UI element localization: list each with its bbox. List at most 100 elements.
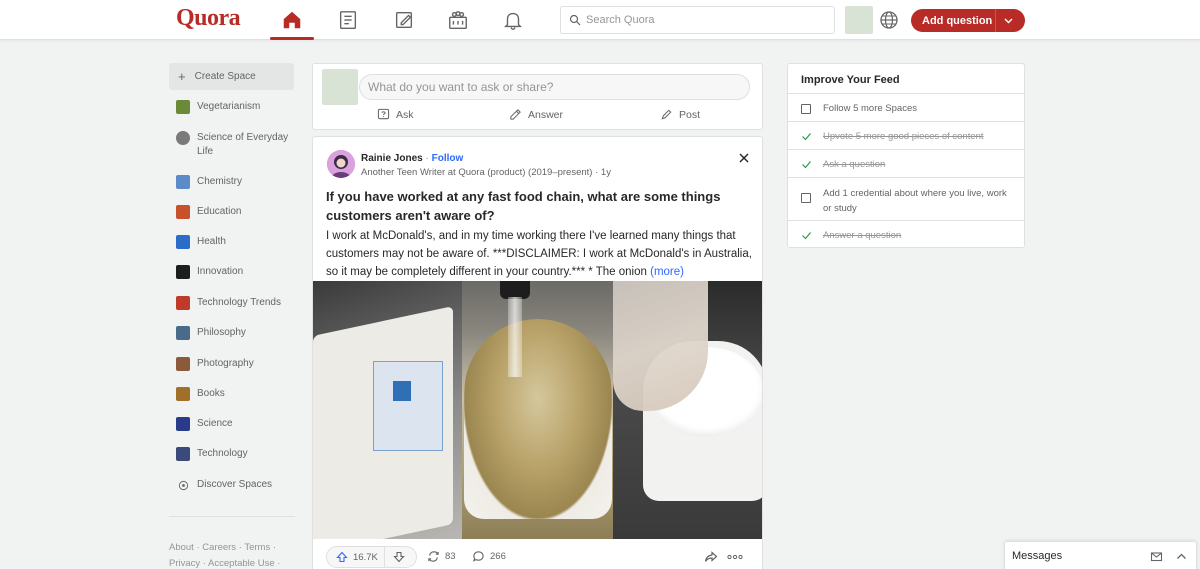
new-message-icon[interactable] <box>1150 550 1163 563</box>
space-icon <box>176 387 190 401</box>
sidebar-item-education[interactable]: Education <box>176 205 291 219</box>
improve-feed-title: Improve Your Feed <box>801 74 900 86</box>
more-link[interactable]: (more) <box>650 266 684 278</box>
create-space-button[interactable]: + Create Space <box>169 63 294 90</box>
sidebar-item-books[interactable]: Books <box>176 387 291 401</box>
feed-task-label: Answer a question <box>823 230 902 241</box>
comment-count: 266 <box>490 551 506 562</box>
post-button[interactable]: Post <box>660 108 700 121</box>
close-icon[interactable] <box>737 151 751 165</box>
sidebar-item-technology[interactable]: Technology <box>176 447 291 461</box>
feed-task-follow-spaces[interactable]: Follow 5 more Spaces <box>788 93 1024 121</box>
divider <box>169 516 295 517</box>
space-icon <box>176 131 190 145</box>
checkbox[interactable] <box>801 104 811 114</box>
compass-icon <box>176 478 190 492</box>
quora-logo[interactable]: Quora <box>176 5 241 32</box>
space-icon <box>176 447 190 461</box>
language-globe-icon[interactable] <box>878 9 900 31</box>
separator-dot: · <box>425 153 429 164</box>
feed-task-label: Add 1 credential about where you live, w… <box>823 188 1007 214</box>
sidebar-item-science-of-everyday-life[interactable]: Science of Everyday Life <box>176 131 291 159</box>
comment-button[interactable]: 266 <box>472 550 506 563</box>
checkbox[interactable] <box>801 193 811 203</box>
sidebar-item-chemistry[interactable]: Chemistry <box>176 175 291 189</box>
space-icon <box>176 235 190 249</box>
answer-button[interactable]: Answer <box>509 108 563 121</box>
sidebar-item-technology-trends[interactable]: Technology Trends <box>176 296 291 310</box>
notifications-icon[interactable] <box>491 0 535 40</box>
downvote-icon[interactable] <box>393 551 405 563</box>
messages-dock[interactable]: Messages <box>1004 541 1197 569</box>
footer-line[interactable]: Privacy · Acceptable Use · <box>169 556 299 569</box>
chevron-down-icon[interactable] <box>1003 15 1014 26</box>
feed-task-add-credential[interactable]: Add 1 credential about where you live, w… <box>788 177 1024 220</box>
footer-links[interactable]: About · Careers · Terms · Privacy · Acce… <box>169 540 299 569</box>
image-panel-tub <box>613 281 762 539</box>
sidebar-item-label: Innovation <box>197 266 244 277</box>
author-line: Rainie Jones · Follow <box>361 153 463 164</box>
author-avatar[interactable] <box>327 150 355 178</box>
sidebar-item-label: Technology <box>197 448 248 459</box>
sidebar-item-photography[interactable]: Photography <box>176 357 291 371</box>
space-icon <box>176 296 190 310</box>
space-icon <box>176 100 190 114</box>
home-icon[interactable] <box>270 0 314 40</box>
search-input[interactable] <box>586 14 826 26</box>
feed-task-label: Ask a question <box>823 159 886 170</box>
sidebar-item-innovation[interactable]: Innovation <box>176 265 291 279</box>
search-bar[interactable] <box>560 6 835 34</box>
sidebar-item-science[interactable]: Science <box>176 417 291 431</box>
checkmark-icon <box>802 161 811 169</box>
space-icon <box>176 205 190 219</box>
sidebar-item-label: Discover Spaces <box>197 479 273 490</box>
space-icon <box>176 175 190 189</box>
feed-post: Rainie Jones · Follow Another Teen Write… <box>312 136 763 569</box>
answer-icon[interactable] <box>382 0 426 40</box>
question-icon <box>377 108 390 120</box>
checkmark-icon <box>802 133 811 141</box>
author-name[interactable]: Rainie Jones <box>361 153 423 164</box>
spaces-icon[interactable] <box>436 0 480 40</box>
ask-input[interactable]: What do you want to ask or share? <box>359 74 750 100</box>
upvote-count: 16.7K <box>353 551 378 563</box>
ask-label: Ask <box>396 108 414 121</box>
post-action-bar: 16.7K 83 266 <box>326 546 746 568</box>
share-arrow-icon[interactable] <box>704 550 718 564</box>
add-question-button[interactable]: Add question <box>911 9 1025 32</box>
following-icon[interactable] <box>326 0 370 40</box>
feed-task-label: Upvote 5 more good pieces of content <box>823 131 984 142</box>
question-title[interactable]: If you have worked at any fast food chai… <box>326 187 746 225</box>
top-nav-bar: Quora Add question <box>0 0 1200 40</box>
sidebar-item-label: Photography <box>197 358 254 369</box>
more-options-icon[interactable] <box>727 554 743 560</box>
sidebar-item-health[interactable]: Health <box>176 235 291 249</box>
answer-label: Answer <box>528 108 564 121</box>
upvote-icon[interactable] <box>336 551 348 563</box>
sidebar-item-vegetarianism[interactable]: Vegetarianism <box>176 100 291 114</box>
sidebar-item-philosophy[interactable]: Philosophy <box>176 326 291 340</box>
post-image[interactable] <box>313 281 762 539</box>
reshare-icon <box>428 551 439 562</box>
comment-icon <box>472 551 484 562</box>
feed-task-answer[interactable]: Answer a question <box>788 220 1024 248</box>
share-button[interactable]: 83 <box>427 550 456 563</box>
sidebar-item-discover-spaces[interactable]: Discover Spaces <box>176 478 291 492</box>
post-label: Post <box>679 108 701 121</box>
profile-avatar[interactable] <box>845 6 873 34</box>
answer-preview[interactable]: I work at McDonald's, and in my time wor… <box>326 227 754 281</box>
ask-share-box: What do you want to ask or share? Ask An… <box>312 63 763 130</box>
feed-task-upvote[interactable]: Upvote 5 more good pieces of content <box>788 121 1024 149</box>
image-panel-onion-bag <box>313 281 462 539</box>
feed-task-label: Follow 5 more Spaces <box>823 103 917 114</box>
add-question-label: Add question <box>922 14 993 27</box>
chevron-up-icon[interactable] <box>1175 550 1188 563</box>
footer-line[interactable]: About · Careers · Terms · <box>169 540 299 556</box>
feed-task-ask[interactable]: Ask a question <box>788 149 1024 177</box>
plus-icon: + <box>178 69 186 84</box>
space-icon <box>176 326 190 340</box>
messages-label: Messages <box>1012 550 1063 562</box>
follow-button[interactable]: Follow <box>432 153 464 164</box>
answer-text: I work at McDonald's, and in my time wor… <box>326 230 752 278</box>
ask-button[interactable]: Ask <box>377 108 414 121</box>
